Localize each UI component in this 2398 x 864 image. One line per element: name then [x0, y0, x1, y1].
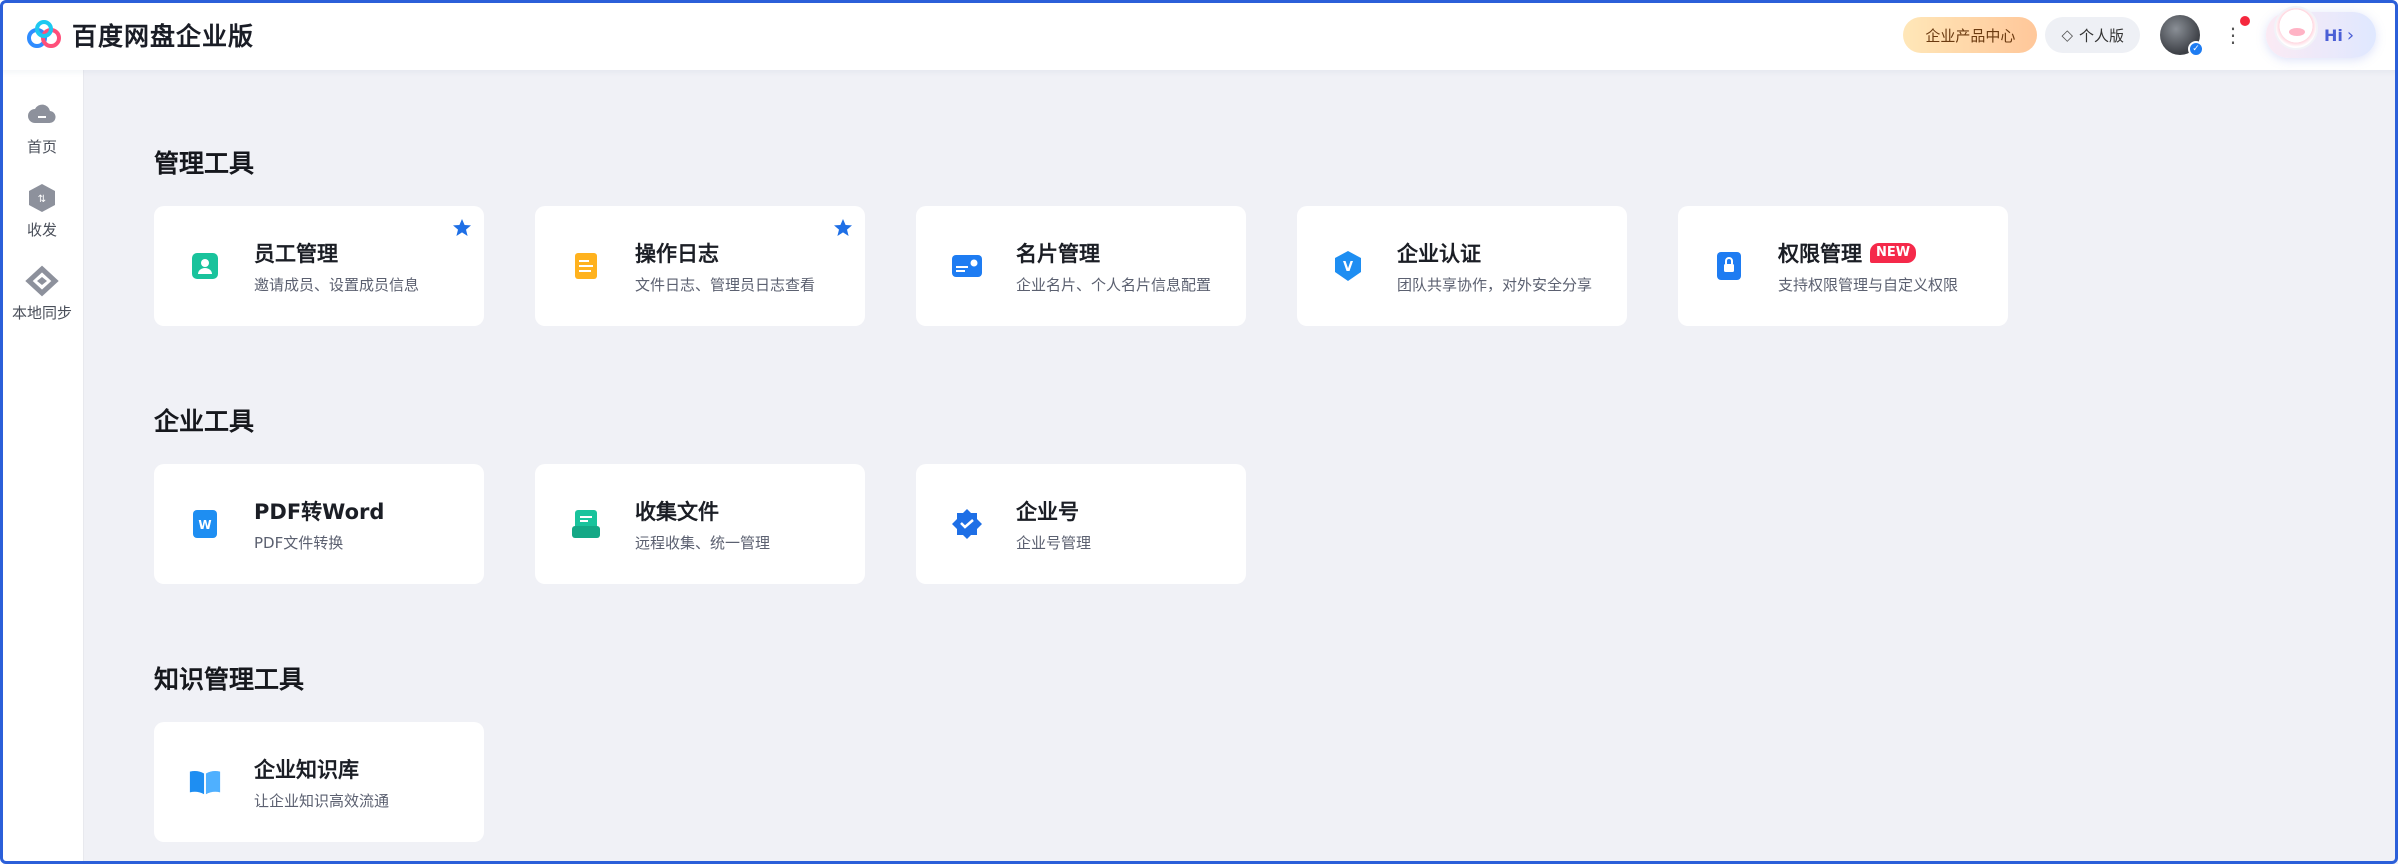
knowledge-tools-row: 企业知识库 让企业知识高效流通 [154, 722, 535, 842]
more-menu-button[interactable]: ⋮ [2223, 16, 2250, 50]
switch-icon: ◇ [2061, 26, 2073, 44]
card-description: 让企业知识高效流通 [254, 791, 390, 810]
card-enterprise-account[interactable]: 企业号 企业号管理 [916, 464, 1246, 584]
personal-version-button[interactable]: ◇ 个人版 [2045, 17, 2140, 53]
personal-version-label: 个人版 [2078, 26, 2124, 45]
product-center-button[interactable]: 企业产品中心 [1903, 17, 2038, 53]
enterprise-tools-row: W PDF转Word PDF文件转换 收集文件 远程收集、统一管理 企业号 企业… [154, 464, 1297, 584]
assistant-button[interactable]: Hi › [2266, 6, 2376, 58]
card-enterprise-verification[interactable]: V 企业认证 团队共享协作，对外安全分享 [1297, 206, 1627, 326]
enterprise-badge-icon [950, 507, 984, 541]
section-title-knowledge: 知识管理工具 [154, 665, 305, 694]
svg-text:V: V [1343, 260, 1353, 275]
top-bar: 百度网盘企业版 企业产品中心 ◇ 个人版 ✓ ⋮ Hi › [0, 0, 2398, 70]
chevron-right-icon: › [2346, 24, 2355, 46]
star-icon[interactable] [833, 218, 853, 238]
card-pdf-to-word[interactable]: W PDF转Word PDF文件转换 [154, 464, 484, 584]
card-title: PDF转Word [254, 499, 385, 524]
management-tools-row: 员工管理 邀请成员、设置成员信息 操作日志 文件日志、管理员日志查看 名片管理 … [154, 206, 2059, 326]
card-knowledge-base[interactable]: 企业知识库 让企业知识高效流通 [154, 722, 484, 842]
lock-icon [1712, 249, 1746, 283]
card-permission-management[interactable]: 权限管理 NEW 支持权限管理与自定义权限 [1678, 206, 2008, 326]
notification-dot [2240, 16, 2250, 26]
verified-badge-icon: ✓ [2188, 41, 2204, 57]
verify-shield-icon: V [1331, 249, 1365, 283]
sidebar-item-label: 收发 [26, 221, 57, 239]
card-title: 名片管理 [1016, 241, 1100, 266]
more-vertical-icon: ⋮ [2223, 23, 2243, 47]
business-card-icon [950, 249, 984, 283]
card-description: 团队共享协作，对外安全分享 [1397, 275, 1593, 294]
card-description: 邀请成员、设置成员信息 [254, 275, 420, 294]
sidebar-item-label: 首页 [26, 138, 57, 156]
card-operation-log[interactable]: 操作日志 文件日志、管理员日志查看 [535, 206, 865, 326]
mascot-icon [2274, 6, 2318, 50]
sync-icon [25, 264, 59, 298]
star-icon[interactable] [452, 218, 472, 238]
sidebar-item-home[interactable]: 首页 [0, 98, 84, 157]
card-title: 企业号 [1016, 499, 1079, 524]
card-collect-files[interactable]: 收集文件 远程收集、统一管理 [535, 464, 865, 584]
svg-text:⇅: ⇅ [38, 194, 46, 205]
brand-name: 百度网盘企业版 [72, 22, 255, 51]
employee-icon [188, 249, 222, 283]
card-employee-management[interactable]: 员工管理 邀请成员、设置成员信息 [154, 206, 484, 326]
transfer-icon: ⇅ [25, 181, 59, 215]
card-title: 企业认证 [1397, 241, 1481, 266]
card-title: 收集文件 [635, 499, 719, 524]
baidu-netdisk-logo-icon [27, 20, 61, 48]
card-description: PDF文件转换 [254, 533, 344, 552]
card-title: 企业知识库 [254, 757, 359, 782]
card-description: 文件日志、管理员日志查看 [635, 275, 816, 294]
pdf-word-icon: W [188, 507, 222, 541]
card-description: 企业名片、个人名片信息配置 [1016, 275, 1212, 294]
card-title: 权限管理 [1778, 241, 1862, 266]
section-title-enterprise: 企业工具 [154, 407, 255, 436]
brand-logo[interactable]: 百度网盘企业版 [24, 17, 254, 53]
sidebar: 首页 ⇅ 收发 本地同步 [0, 70, 84, 864]
sidebar-item-label: 本地同步 [11, 304, 72, 322]
log-icon [569, 249, 603, 283]
section-title-management: 管理工具 [154, 149, 255, 178]
card-business-card-management[interactable]: 名片管理 企业名片、个人名片信息配置 [916, 206, 1246, 326]
cloud-icon [25, 98, 59, 132]
assistant-greeting: Hi [2324, 25, 2343, 45]
svg-text:W: W [198, 518, 211, 532]
card-title: 员工管理 [254, 241, 338, 266]
book-icon [188, 765, 222, 799]
card-description: 支持权限管理与自定义权限 [1778, 275, 1959, 294]
card-description: 远程收集、统一管理 [635, 533, 771, 552]
sidebar-item-local-sync[interactable]: 本地同步 [0, 264, 84, 323]
user-avatar[interactable]: ✓ [2160, 15, 2204, 57]
collect-icon [569, 507, 603, 541]
sidebar-item-transfer[interactable]: ⇅ 收发 [0, 181, 84, 240]
card-title: 操作日志 [635, 241, 719, 266]
new-badge: NEW [1870, 242, 1917, 263]
card-description: 企业号管理 [1016, 533, 1092, 552]
